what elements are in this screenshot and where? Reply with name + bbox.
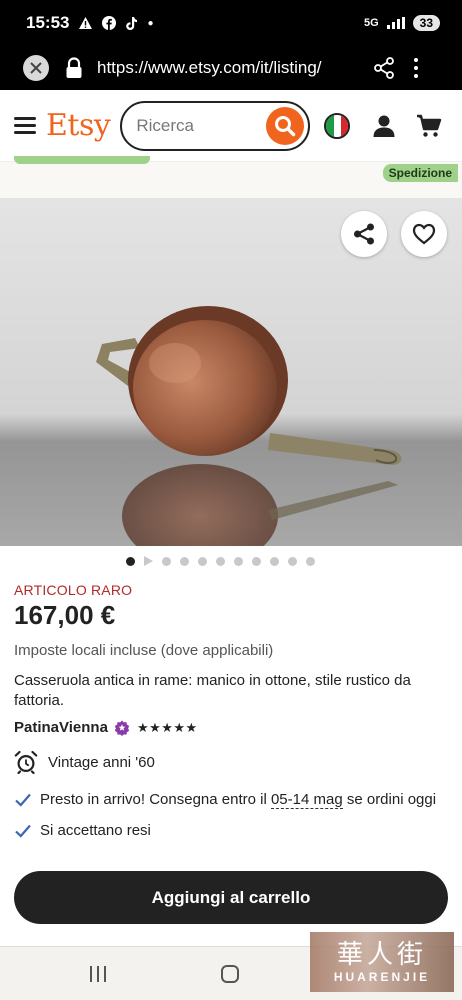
check-icon [15, 793, 31, 807]
gallery-dot[interactable] [270, 556, 279, 566]
gallery-dot[interactable] [126, 556, 135, 566]
watermark-latin: HUARENJIE [333, 970, 431, 984]
home-button[interactable] [221, 965, 239, 983]
browser-toolbar: https://www.etsy.com/it/listing/ [0, 46, 462, 90]
cart-icon[interactable] [416, 114, 442, 138]
vintage-row: Vintage anni '60 [14, 750, 450, 774]
search-button[interactable] [266, 106, 305, 145]
returns-text: Si accettano resi [40, 822, 151, 839]
gallery-dot[interactable] [306, 556, 315, 566]
warning-icon [79, 17, 93, 29]
heart-icon [412, 223, 436, 245]
promo-strip: Spedizione [0, 156, 462, 198]
battery-indicator: 33 [412, 15, 440, 31]
rare-item-label: ARTICOLO RARO [14, 582, 133, 598]
rating-stars[interactable]: ★★★★★ [137, 720, 198, 736]
status-bar: 15:53 ● 5G 33 [0, 0, 462, 46]
vintage-label: Vintage anni '60 [48, 753, 155, 771]
delivery-prefix: Presto in arrivo! Consegna entro il [40, 791, 271, 808]
delivery-suffix: se ordini oggi [342, 791, 437, 808]
alarm-clock-icon [14, 750, 38, 774]
watermark-chinese: 華人街 [336, 940, 427, 970]
share-icon [354, 223, 374, 245]
status-time: 15:53 [26, 13, 70, 32]
favorite-button[interactable] [401, 211, 447, 257]
facebook-icon [102, 16, 117, 30]
copper-pan-photo [96, 306, 402, 546]
lock-icon [66, 57, 82, 78]
close-tab-button[interactable] [23, 55, 49, 81]
italy-flag-icon[interactable] [324, 112, 351, 139]
search-icon [275, 115, 296, 136]
delivery-text: Presto in arrivo! Consegna entro il 05-1… [40, 790, 436, 809]
share-icon[interactable] [373, 57, 395, 79]
price: 167,00 € [14, 600, 116, 630]
gallery-indicator[interactable] [126, 556, 315, 566]
product-title: Casseruola antica in rame: manico in ott… [14, 672, 411, 709]
check-icon [15, 824, 31, 838]
tiktok-icon [126, 16, 138, 30]
search-input[interactable] [136, 115, 257, 136]
signal-icon [386, 17, 405, 29]
menu-icon[interactable] [14, 117, 36, 134]
gallery-dot[interactable] [180, 556, 189, 566]
delivery-row: Presto in arrivo! Consegna entro il 05-1… [14, 790, 450, 809]
delivery-dates-link[interactable]: 05-14 mag [270, 791, 343, 809]
seller-name[interactable]: PatinaVienna [14, 719, 108, 736]
add-to-cart-button[interactable]: Aggiungi al carrello [14, 871, 448, 924]
promo-pill [14, 156, 150, 164]
gallery-dot[interactable] [216, 556, 225, 566]
returns-row: Si accettano resi [14, 821, 450, 840]
network-label: 5G [363, 17, 379, 29]
close-icon [30, 62, 42, 74]
more-options-icon[interactable] [413, 58, 419, 78]
url-field[interactable]: https://www.etsy.com/it/listing/ [97, 58, 359, 78]
gallery-dot[interactable] [252, 556, 261, 566]
user-icon[interactable] [372, 114, 396, 138]
gallery-video-indicator[interactable] [144, 556, 153, 566]
gallery-dot[interactable] [198, 556, 207, 566]
star-seller-badge-icon [114, 720, 130, 736]
gallery-dot[interactable] [162, 556, 171, 566]
gallery-dot[interactable] [288, 556, 297, 566]
product-image[interactable] [0, 198, 462, 546]
watermark-logo: 華人街 HUARENJIE [310, 932, 454, 992]
product-info: ARTICOLO RARO 167,00 € Imposte locali in… [14, 582, 450, 840]
search-bar [120, 100, 311, 151]
site-header: Etsy [0, 90, 462, 162]
tax-note: Imposte locali incluse (dove applicabili… [14, 642, 274, 659]
etsy-logo[interactable]: Etsy [46, 108, 111, 143]
recent-apps-button[interactable] [90, 966, 106, 982]
share-button[interactable] [341, 211, 387, 257]
gallery-dot[interactable] [234, 556, 243, 566]
seller-row: PatinaVienna ★★★★★ [14, 719, 450, 736]
notification-dot: ● [147, 17, 154, 29]
shipping-badge: Spedizione [382, 164, 458, 182]
